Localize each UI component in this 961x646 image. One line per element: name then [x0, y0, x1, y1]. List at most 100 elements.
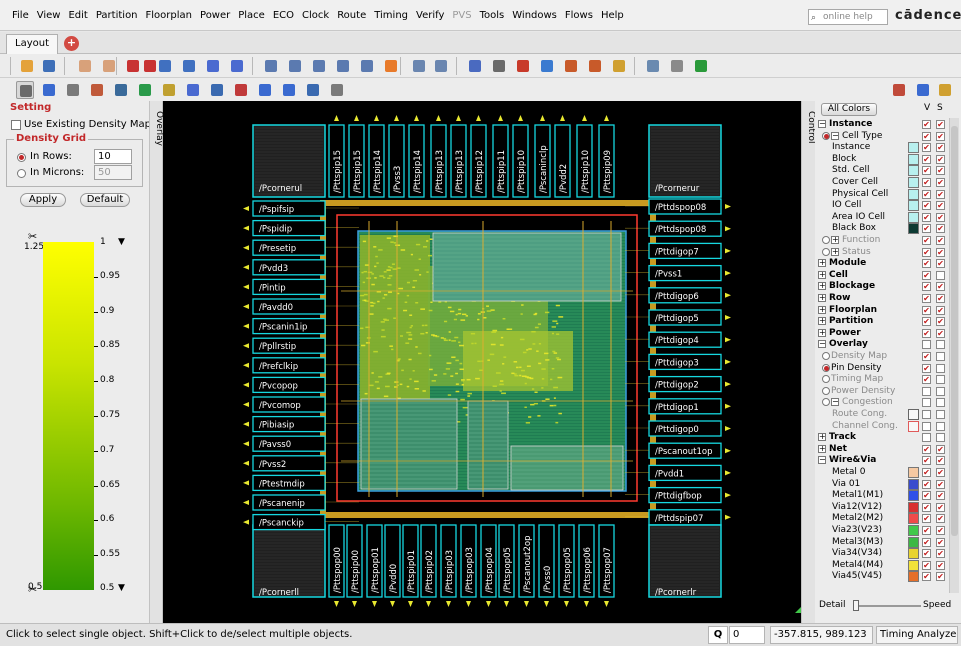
stretch-icon[interactable] [112, 81, 130, 99]
layer-row[interactable]: Physical Cell ✔ ✔ [815, 188, 961, 200]
route-icon[interactable] [160, 81, 178, 99]
layer-row[interactable]: Via45(V45) ✔ ✔ [815, 571, 961, 583]
expand-toggle[interactable]: − [818, 456, 826, 465]
selectable-checkbox[interactable]: ✔ [936, 444, 945, 454]
visible-checkbox[interactable]: ✔ [922, 502, 931, 512]
visible-checkbox[interactable]: ✔ [922, 120, 931, 129]
layer-row[interactable]: Metal4(M4) ✔ ✔ [815, 559, 961, 571]
menu-flows[interactable]: Flows [561, 0, 597, 31]
layer-row[interactable]: + Function ✔ ✔ [815, 235, 961, 246]
expand-toggle[interactable]: + [818, 444, 826, 453]
in-rows-input[interactable]: 10 [94, 149, 132, 164]
place-icon[interactable] [184, 81, 202, 99]
visible-checkbox[interactable]: ✔ [922, 491, 931, 501]
wire-tool-4-icon[interactable] [228, 57, 246, 75]
layer-color-swatch[interactable] [908, 188, 919, 200]
edit-wire-icon[interactable] [88, 81, 106, 99]
selectable-checkbox[interactable]: ✔ [936, 468, 945, 477]
layer-row[interactable]: Power Density [815, 386, 961, 397]
selectable-checkbox[interactable] [936, 352, 945, 361]
menu-file[interactable]: File [8, 0, 33, 31]
selectable-checkbox[interactable] [936, 398, 945, 408]
menu-partition[interactable]: Partition [92, 0, 142, 31]
visible-checkbox[interactable]: ✔ [922, 166, 931, 176]
selectable-checkbox[interactable]: ✔ [936, 305, 945, 315]
ruler-tool-icon[interactable] [256, 81, 274, 99]
layer-radio[interactable] [822, 363, 830, 372]
selectable-checkbox[interactable]: ✔ [936, 479, 945, 489]
undo-icon[interactable] [76, 57, 94, 75]
query-button[interactable]: Q [708, 626, 728, 644]
selectable-checkbox[interactable]: ✔ [936, 120, 945, 129]
layer-row[interactable]: + Partition ✔ ✔ [815, 316, 961, 327]
align-icon[interactable] [208, 81, 226, 99]
layer-row[interactable]: Via12(V12) ✔ ✔ [815, 501, 961, 513]
layer-row[interactable]: − Cell Type ✔ ✔ [815, 131, 961, 142]
refresh-icon[interactable] [382, 57, 400, 75]
expand-toggle[interactable]: − [831, 131, 839, 140]
visible-checkbox[interactable]: ✔ [922, 572, 931, 582]
visible-checkbox[interactable]: ✔ [922, 549, 931, 559]
layer-row[interactable]: Cover Cell ✔ ✔ [815, 177, 961, 188]
visible-checkbox[interactable]: ✔ [922, 468, 931, 477]
selectable-checkbox[interactable]: ✔ [936, 294, 945, 303]
visible-checkbox[interactable]: ✔ [922, 305, 931, 315]
visible-checkbox[interactable]: ✔ [922, 143, 931, 153]
detail-speed-slider[interactable] [853, 605, 921, 607]
detail-speed-slider-handle[interactable] [853, 600, 859, 611]
expand-toggle[interactable]: + [818, 317, 826, 326]
selectable-checkbox[interactable] [936, 375, 945, 385]
layer-row[interactable]: Via23(V23) ✔ ✔ [815, 525, 961, 536]
visible-checkbox[interactable]: ✔ [922, 247, 931, 257]
layer-row[interactable]: − Overlay [815, 339, 961, 350]
layer-color-swatch[interactable] [908, 478, 919, 490]
layer-row[interactable]: Metal1(M1) ✔ ✔ [815, 490, 961, 502]
visible-checkbox[interactable] [922, 398, 931, 408]
wire-tool-2-icon[interactable] [180, 57, 198, 75]
in-microns-input[interactable]: 50 [94, 165, 132, 180]
visible-checkbox[interactable]: ✔ [922, 352, 931, 361]
selectable-checkbox[interactable]: ✔ [936, 236, 945, 245]
in-microns-radio[interactable] [17, 169, 26, 178]
expand-toggle[interactable]: + [818, 270, 826, 279]
visible-checkbox[interactable] [922, 421, 931, 431]
layer-row[interactable]: + Net ✔ ✔ [815, 444, 961, 455]
expand-toggle[interactable]: − [831, 398, 839, 407]
macro-block-bottom-right[interactable] [510, 445, 624, 491]
menu-tools[interactable]: Tools [476, 0, 509, 31]
selectable-checkbox[interactable]: ✔ [936, 178, 945, 187]
visible-checkbox[interactable]: ✔ [922, 131, 931, 141]
selectable-checkbox[interactable]: ✔ [936, 143, 945, 153]
menu-power[interactable]: Power [196, 0, 234, 31]
wire-tool-3-icon[interactable] [204, 57, 222, 75]
layer-radio[interactable] [822, 131, 830, 140]
layer-color-swatch[interactable] [908, 559, 919, 571]
layer-row[interactable]: Timing Map ✔ [815, 374, 961, 385]
zoom-out-icon[interactable] [310, 57, 328, 75]
layer-row[interactable]: + Floorplan ✔ ✔ [815, 305, 961, 316]
selectable-checkbox[interactable]: ✔ [936, 212, 945, 222]
menu-windows[interactable]: Windows [508, 0, 561, 31]
layer-row[interactable]: Std. Cell ✔ ✔ [815, 165, 961, 177]
selectable-checkbox[interactable]: ✔ [936, 131, 945, 141]
zoom-previous-icon[interactable] [358, 57, 376, 75]
expand-toggle[interactable]: − [818, 120, 826, 128]
zoom-in-icon[interactable] [286, 57, 304, 75]
layer-row[interactable]: IO Cell ✔ ✔ [815, 200, 961, 212]
scale-bottom-dropdown-icon[interactable]: ▼ [118, 583, 125, 593]
schematic-view-icon[interactable] [936, 81, 954, 99]
menu-route[interactable]: Route [333, 0, 370, 31]
layer-row[interactable]: + Row ✔ ✔ [815, 293, 961, 304]
default-button[interactable]: Default [80, 193, 130, 207]
menu-help[interactable]: Help [597, 0, 628, 31]
selectable-checkbox[interactable]: ✔ [936, 572, 945, 582]
add-icon[interactable] [136, 81, 154, 99]
visible-checkbox[interactable]: ✔ [922, 294, 931, 303]
visible-checkbox[interactable] [922, 433, 931, 443]
visible-checkbox[interactable]: ✔ [922, 560, 931, 570]
layer-row[interactable]: + Status ✔ ✔ [815, 247, 961, 258]
visible-checkbox[interactable]: ✔ [922, 444, 931, 454]
visible-checkbox[interactable] [922, 386, 931, 396]
new-window-icon[interactable] [644, 57, 662, 75]
menu-view[interactable]: View [33, 0, 65, 31]
